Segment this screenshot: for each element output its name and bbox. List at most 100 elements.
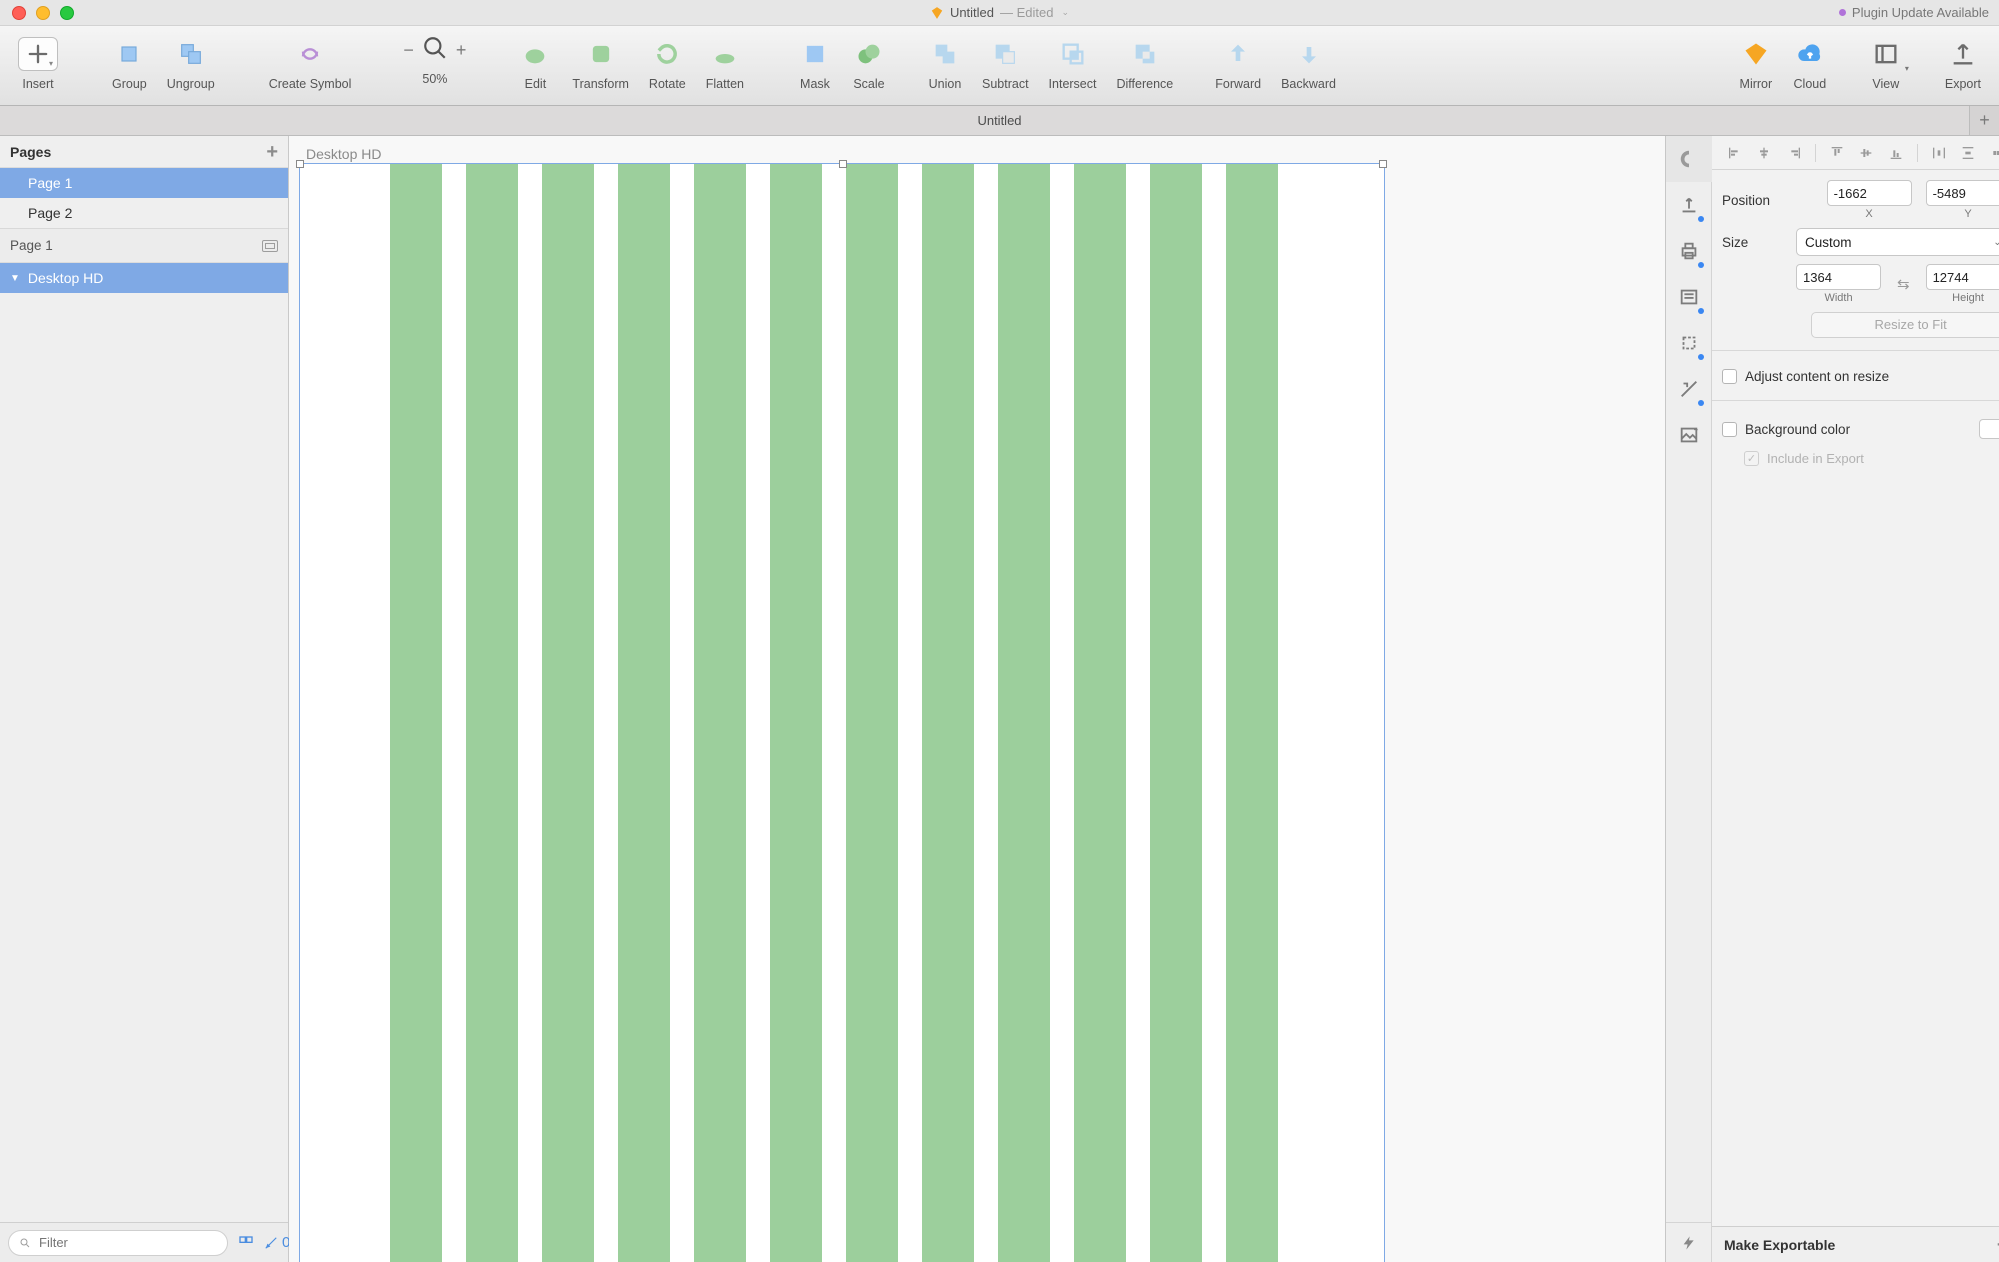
rail-vector-button[interactable] — [1666, 366, 1712, 412]
lock-aspect-icon[interactable]: ⇆ — [1895, 275, 1912, 293]
filter-input[interactable] — [8, 1230, 228, 1256]
canvas[interactable]: Desktop HD — [289, 136, 1665, 1262]
view-button[interactable]: ▾ View — [1859, 31, 1913, 101]
grid-column — [542, 164, 594, 1262]
backward-icon — [1292, 37, 1326, 71]
align-bar — [1712, 136, 1999, 170]
window-edited-text: — Edited — [1000, 5, 1053, 20]
selection-handle[interactable] — [296, 160, 304, 168]
rail-prototype-button[interactable] — [1666, 1222, 1712, 1262]
page-item[interactable]: Page 1 — [0, 168, 288, 198]
edit-button[interactable]: Edit — [508, 31, 562, 101]
mirror-button[interactable]: Mirror — [1729, 31, 1783, 101]
align-bottom-button[interactable] — [1881, 145, 1911, 161]
layer-item[interactable]: ▼ Desktop HD — [0, 263, 288, 293]
forward-button[interactable]: Forward — [1205, 31, 1271, 101]
group-icon — [112, 37, 146, 71]
distribute-v-button[interactable] — [1953, 145, 1983, 161]
cloud-label: Cloud — [1794, 77, 1827, 91]
export-button[interactable]: Export — [1935, 31, 1991, 101]
y-sublabel: Y — [1964, 208, 1971, 220]
artboard-label[interactable]: Desktop HD — [306, 146, 381, 162]
mask-button[interactable]: Mask — [788, 31, 842, 101]
union-button[interactable]: Union — [918, 31, 972, 101]
height-input[interactable] — [1926, 264, 1999, 290]
rail-export-button[interactable] — [1666, 182, 1712, 228]
flatten-button[interactable]: Flatten — [696, 31, 754, 101]
height-sublabel: Height — [1952, 292, 1984, 304]
pages-header: Pages + — [0, 136, 288, 168]
ungroup-label: Ungroup — [167, 77, 215, 91]
align-left-button[interactable] — [1720, 145, 1750, 161]
include-in-export-label: Include in Export — [1767, 451, 1864, 466]
align-center-v-button[interactable] — [1852, 145, 1882, 161]
align-center-h-button[interactable] — [1750, 145, 1780, 161]
scale-icon — [852, 37, 886, 71]
layers-header[interactable]: Page 1 — [0, 229, 288, 263]
position-y-input[interactable] — [1926, 180, 1999, 206]
pages-overview-button[interactable] — [238, 1235, 254, 1251]
create-symbol-label: Create Symbol — [269, 77, 352, 91]
selection-handle[interactable] — [839, 160, 847, 168]
make-exportable-label: Make Exportable — [1724, 1237, 1835, 1253]
intersect-icon — [1056, 37, 1090, 71]
selection-handle[interactable] — [1379, 160, 1387, 168]
insert-label: Insert — [22, 77, 53, 91]
rail-image-button[interactable]: + — [1666, 412, 1712, 458]
position-x-input[interactable] — [1827, 180, 1912, 206]
artboard-grid-icon — [262, 240, 278, 252]
export-label: Export — [1945, 77, 1981, 91]
rail-slice-button[interactable] — [1666, 320, 1712, 366]
disclosure-triangle-icon[interactable]: ▼ — [10, 273, 20, 284]
document-tab[interactable]: Untitled — [977, 113, 1021, 128]
titlebar: Untitled — Edited ⌄ Plugin Update Availa… — [0, 0, 1999, 26]
svg-text:+: + — [1693, 425, 1698, 434]
filter-field[interactable] — [37, 1234, 217, 1251]
zoom-out-button[interactable]: − — [403, 40, 414, 61]
cloud-icon — [1793, 37, 1827, 71]
adjust-content-checkbox[interactable] — [1722, 369, 1737, 384]
backward-button[interactable]: Backward — [1271, 31, 1346, 101]
create-symbol-button[interactable]: Create Symbol — [259, 31, 362, 101]
right-panel: + Position — [1665, 136, 1999, 1262]
align-right-button[interactable] — [1779, 145, 1809, 161]
zoom-control[interactable]: − + 50% — [395, 31, 474, 101]
background-color-row[interactable]: Background color — [1722, 415, 1999, 443]
zoom-in-button[interactable]: + — [456, 40, 467, 61]
make-exportable-header[interactable]: Make Exportable + — [1712, 1226, 1999, 1262]
subtract-button[interactable]: Subtract — [972, 31, 1039, 101]
create-symbol-icon — [293, 37, 327, 71]
background-color-swatch[interactable] — [1979, 419, 1999, 439]
rail-text-button[interactable] — [1666, 274, 1712, 320]
window-title[interactable]: Untitled — Edited ⌄ — [0, 5, 1999, 20]
selection-count[interactable]: 0 — [264, 1234, 290, 1251]
resize-to-fit-button[interactable]: Resize to Fit — [1811, 312, 1999, 338]
grid-column — [618, 164, 670, 1262]
new-tab-button[interactable]: + — [1969, 106, 1999, 135]
group-button[interactable]: Group — [102, 31, 157, 101]
grid-column — [466, 164, 518, 1262]
difference-icon — [1128, 37, 1162, 71]
add-page-button[interactable]: + — [266, 142, 278, 162]
size-preset-select[interactable]: Custom ⌄ — [1796, 228, 1999, 256]
inspector: Position X Y Size — [1712, 136, 1999, 1262]
cloud-button[interactable]: Cloud — [1783, 31, 1837, 101]
difference-button[interactable]: Difference — [1106, 31, 1183, 101]
adjust-content-row[interactable]: Adjust content on resize — [1722, 365, 1999, 388]
distribute-h-button[interactable] — [1924, 145, 1954, 161]
background-color-checkbox[interactable] — [1722, 422, 1737, 437]
page-item[interactable]: Page 2 — [0, 198, 288, 228]
document-tab-bar: Untitled + — [0, 106, 1999, 136]
scale-button[interactable]: Scale — [842, 31, 896, 101]
align-top-button[interactable] — [1822, 145, 1852, 161]
intersect-button[interactable]: Intersect — [1039, 31, 1107, 101]
insert-button[interactable]: Insert — [8, 31, 68, 101]
flatten-icon — [708, 37, 742, 71]
rotate-button[interactable]: Rotate — [639, 31, 696, 101]
transform-button[interactable]: Transform — [562, 31, 639, 101]
ungroup-button[interactable]: Ungroup — [157, 31, 225, 101]
rail-print-button[interactable] — [1666, 228, 1712, 274]
width-input[interactable] — [1796, 264, 1881, 290]
rail-style-button[interactable] — [1666, 136, 1712, 182]
tidy-button[interactable] — [1983, 145, 1999, 161]
